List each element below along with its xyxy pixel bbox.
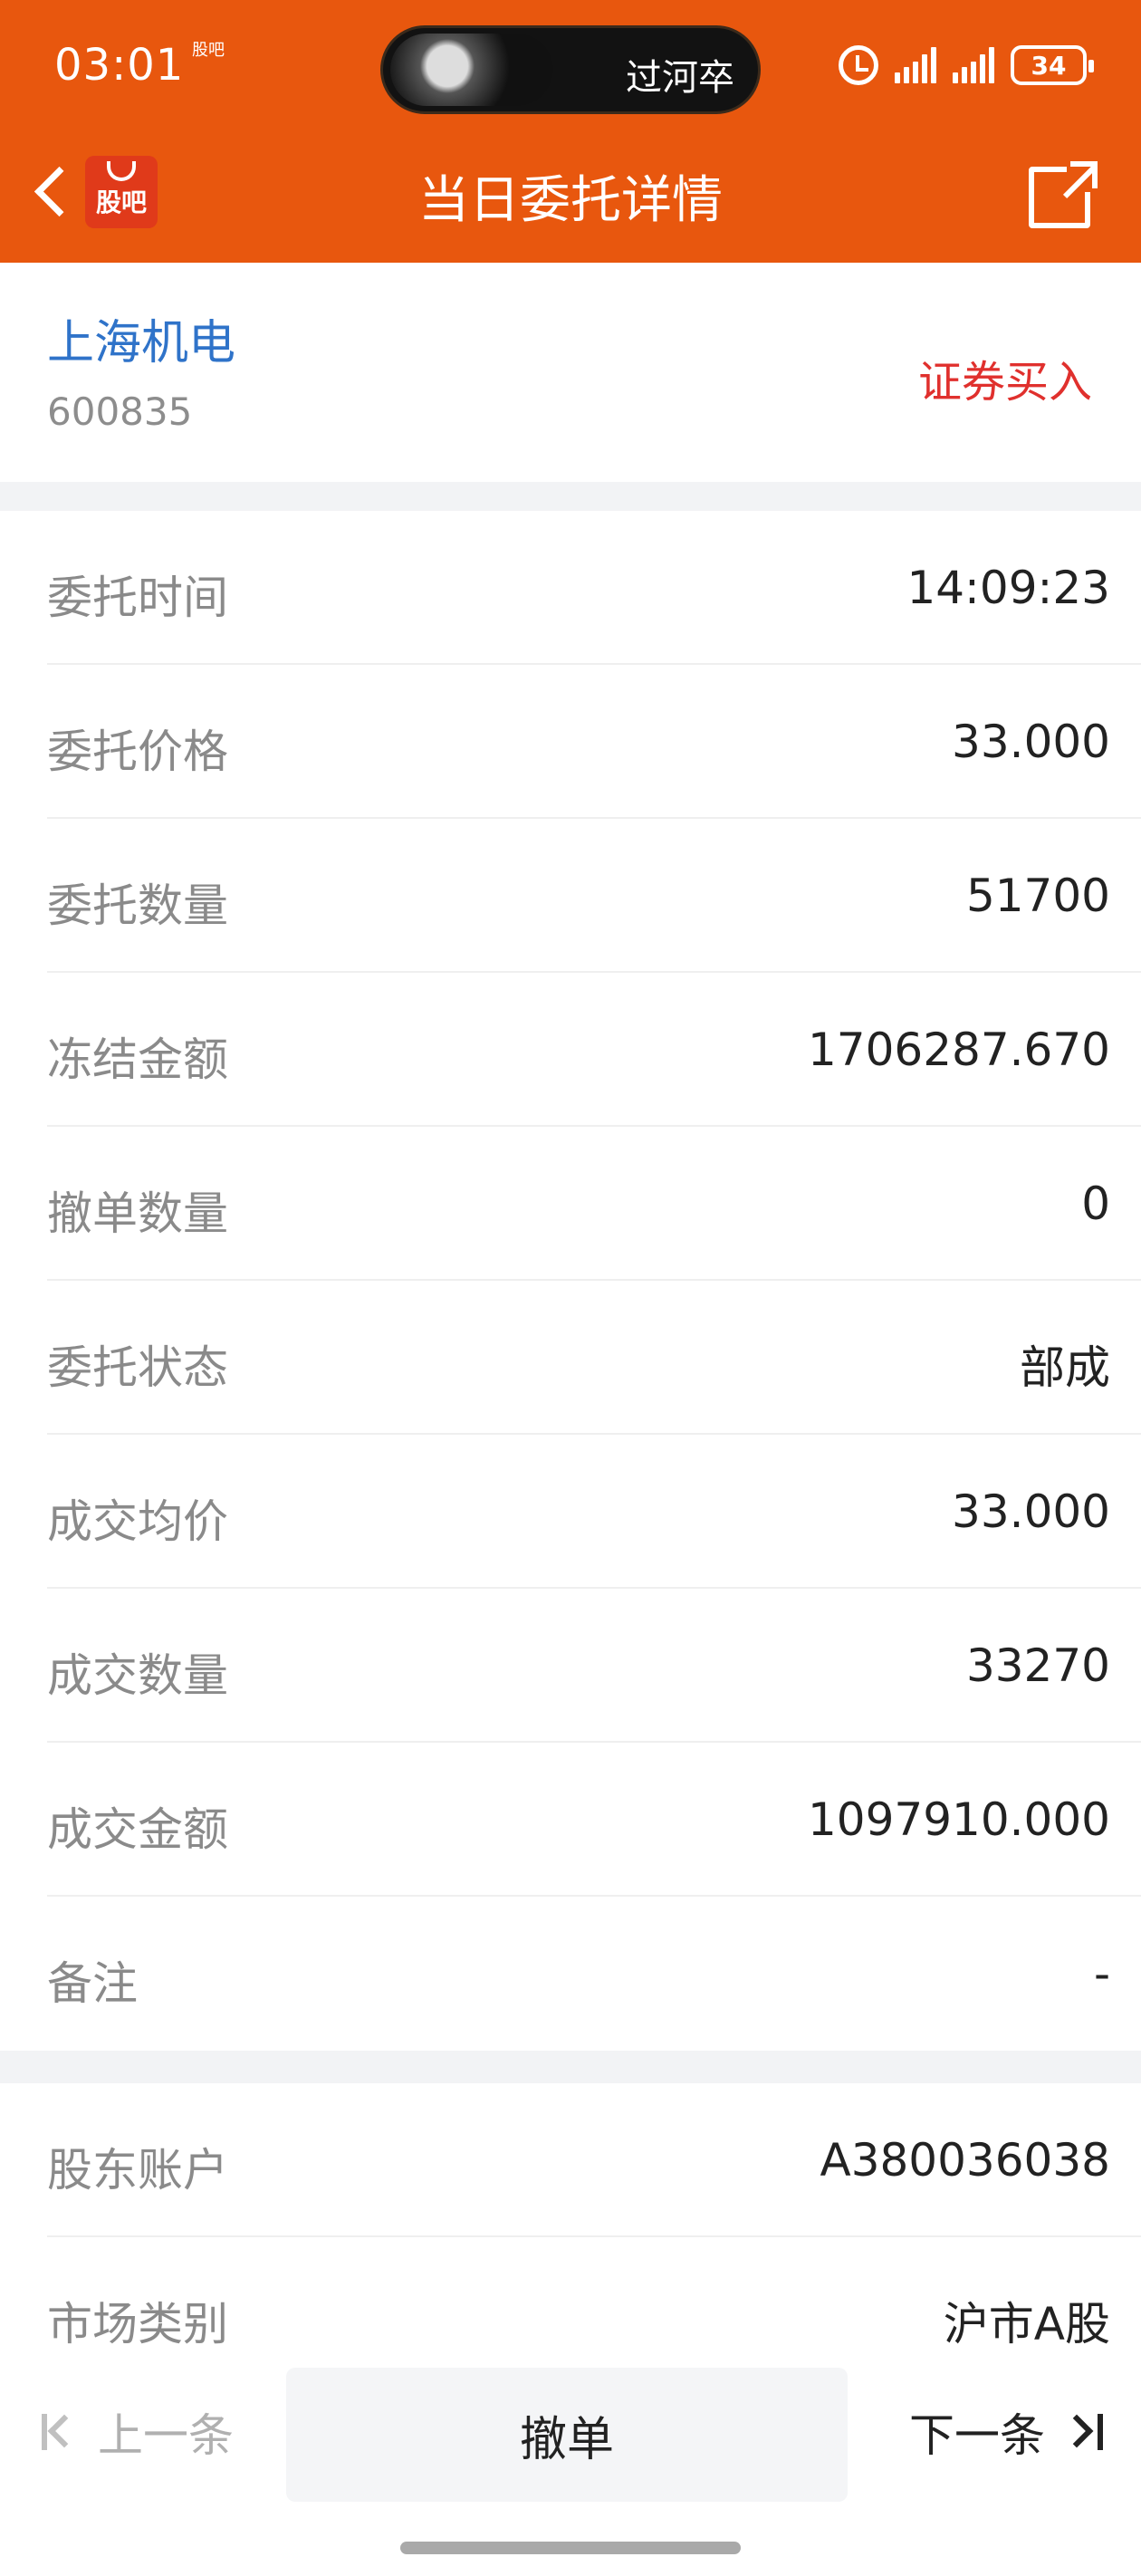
trade-type: 证券买入 xyxy=(917,357,1092,408)
section-divider xyxy=(0,482,1141,511)
detail-value: 0 xyxy=(1081,1177,1110,1230)
next-label: 下一条 xyxy=(909,2409,1045,2462)
detail-value: 33.000 xyxy=(952,716,1110,768)
detail-value: A380036038 xyxy=(820,2134,1110,2187)
prev-button[interactable]: 上一条 xyxy=(36,2391,254,2473)
detail-row: 冻结金额 1706287.670 xyxy=(0,973,1141,1127)
detail-value: 14:09:23 xyxy=(906,562,1110,614)
detail-value: 部成 xyxy=(1020,1341,1110,1394)
detail-label: 成交数量 xyxy=(47,1649,228,1702)
detail-label: 撤单数量 xyxy=(47,1187,228,1240)
detail-value: 51700 xyxy=(965,870,1110,922)
detail-row: 备注 - xyxy=(0,1897,1141,2051)
detail-value: 33.000 xyxy=(952,1485,1110,1538)
detail-label: 股东账户 xyxy=(47,2144,228,2196)
detail-row: 委托时间 14:09:23 xyxy=(0,511,1141,665)
detail-value: 沪市A股 xyxy=(943,2298,1110,2350)
detail-value: 33270 xyxy=(965,1639,1110,1692)
detail-row: 成交金额 1097910.000 xyxy=(0,1743,1141,1897)
signal-icon xyxy=(895,47,936,83)
prev-label: 上一条 xyxy=(98,2409,234,2462)
detail-row: 委托状态 部成 xyxy=(0,1281,1141,1435)
detail-label: 委托状态 xyxy=(47,1341,228,1394)
album-art-icon xyxy=(390,34,553,106)
detail-row: 成交数量 33270 xyxy=(0,1589,1141,1743)
detail-value: - xyxy=(1093,1947,1110,2000)
stock-name[interactable]: 上海机电 xyxy=(47,304,235,372)
cancel-order-label: 撤单 xyxy=(519,2412,614,2467)
dynamic-island[interactable]: 过河卒 xyxy=(380,25,761,114)
detail-row: 股东账户 A380036038 xyxy=(0,2083,1141,2237)
status-time: 03:01 xyxy=(54,40,185,91)
detail-label: 成交均价 xyxy=(47,1495,228,1548)
detail-label: 备注 xyxy=(47,1957,138,2010)
detail-label: 委托数量 xyxy=(47,879,228,932)
skip-previous-icon xyxy=(36,2410,82,2454)
detail-label: 冻结金额 xyxy=(47,1033,228,1086)
status-icons: 34 xyxy=(839,45,1094,85)
detail-value: 1706287.670 xyxy=(807,1024,1110,1076)
detail-row: 委托价格 33.000 xyxy=(0,665,1141,819)
share-button[interactable] xyxy=(1029,159,1099,228)
signal-icon xyxy=(953,47,994,83)
home-indicator[interactable] xyxy=(400,2542,741,2554)
island-text: 过河卒 xyxy=(626,57,734,99)
detail-row: 成交均价 33.000 xyxy=(0,1435,1141,1589)
skip-next-icon xyxy=(1060,2410,1108,2454)
battery-icon: 34 xyxy=(1011,45,1094,85)
detail-label: 委托时间 xyxy=(47,572,228,624)
alarm-icon xyxy=(839,45,878,85)
notification-app-icon: 股吧 xyxy=(192,41,225,60)
stock-summary: 上海机电 600835 证券买入 xyxy=(0,263,1141,482)
section-divider xyxy=(0,2051,1141,2083)
detail-label: 市场类别 xyxy=(47,2298,228,2350)
battery-level: 34 xyxy=(1031,50,1067,81)
cancel-order-button[interactable]: 撤单 xyxy=(286,2368,848,2502)
detail-label: 委托价格 xyxy=(47,726,228,778)
detail-value: 1097910.000 xyxy=(807,1793,1110,1846)
order-details: 委托时间 14:09:23 委托价格 33.000 委托数量 51700 冻结金… xyxy=(0,511,1141,2051)
screen: 03:01 股吧 过河卒 34 股吧 当日委托详情 上海机电 600835 证券… xyxy=(0,0,1141,2576)
next-button[interactable]: 下一条 xyxy=(864,2391,1108,2473)
detail-row: 撤单数量 0 xyxy=(0,1127,1141,1281)
detail-row: 委托数量 51700 xyxy=(0,819,1141,973)
account-details: 股东账户 A380036038 市场类别 沪市A股 xyxy=(0,2083,1141,2391)
page-title: 当日委托详情 xyxy=(418,171,723,230)
header: 03:01 股吧 过河卒 34 股吧 当日委托详情 xyxy=(0,0,1141,263)
detail-label: 成交金额 xyxy=(47,1803,228,1856)
stock-code: 600835 xyxy=(47,389,193,434)
